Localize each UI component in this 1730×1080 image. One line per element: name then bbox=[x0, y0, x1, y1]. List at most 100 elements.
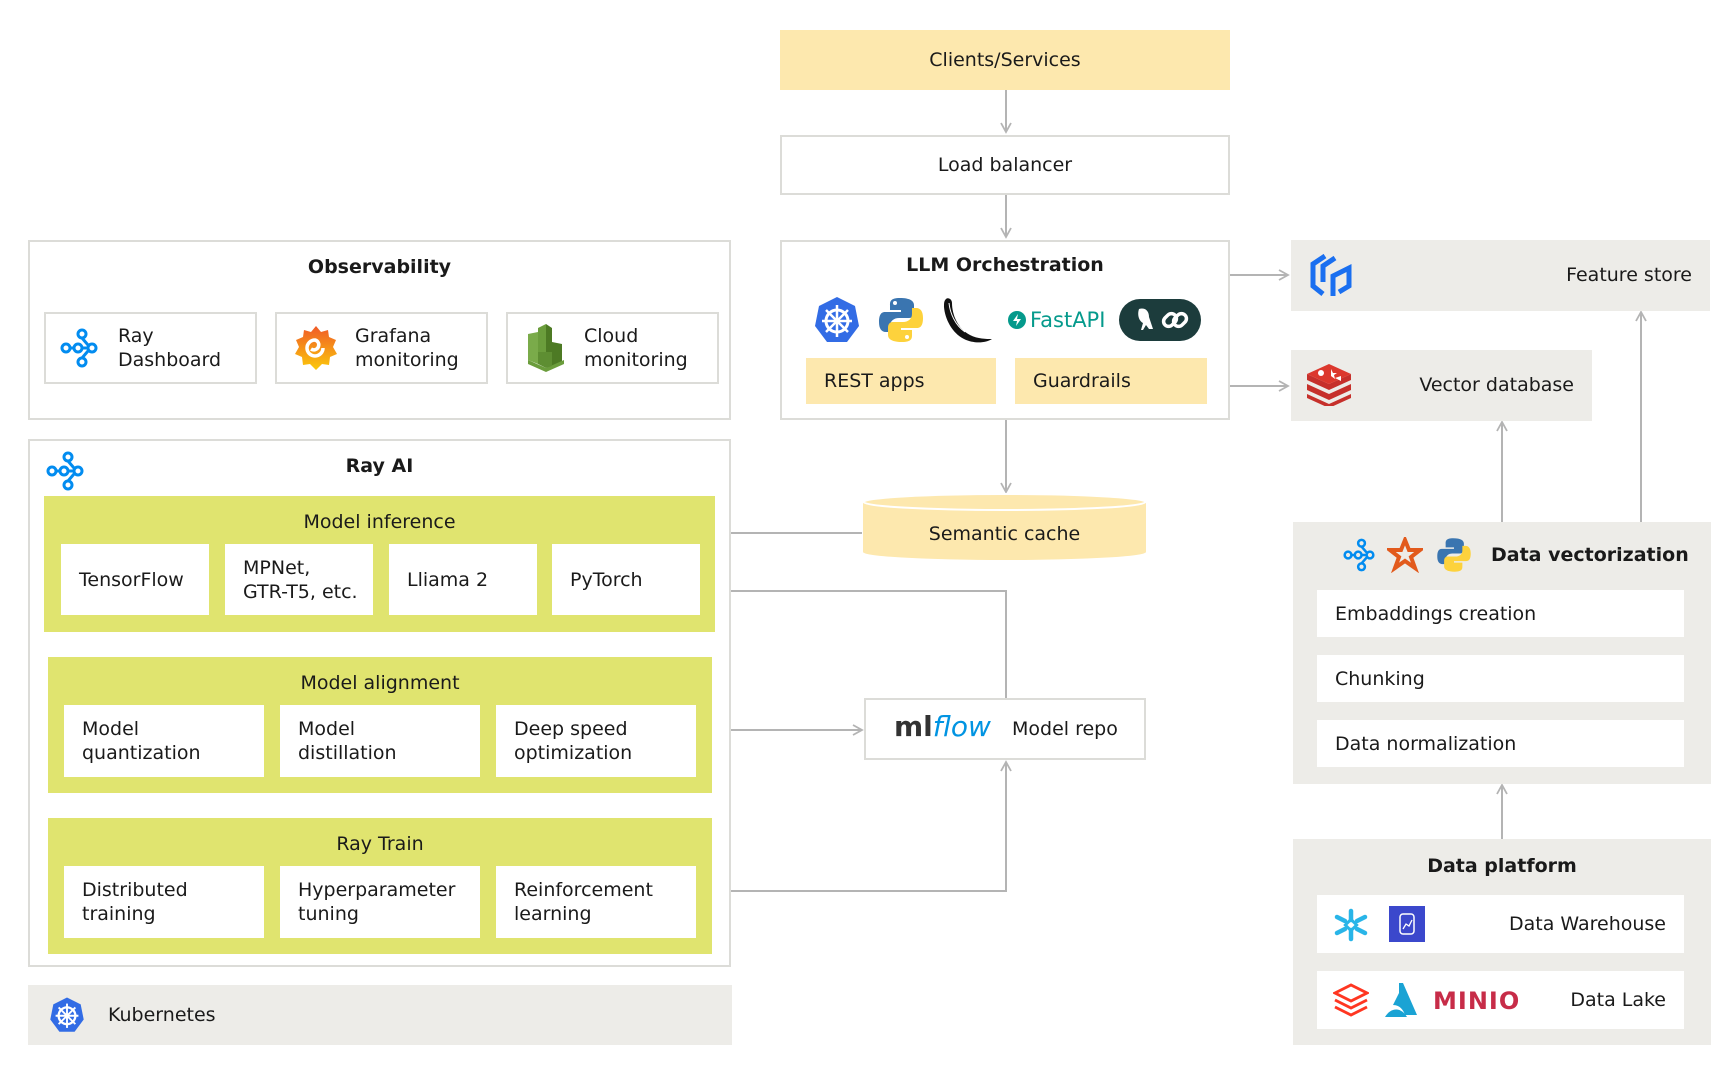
data-lake-card[interactable]: MINIO Data Lake bbox=[1317, 971, 1684, 1029]
label-line1: Model bbox=[298, 718, 356, 740]
feature-store-box[interactable]: Feature store bbox=[1291, 240, 1710, 311]
mlflow-logo-flow: flow bbox=[932, 710, 991, 743]
cloud-monitoring-card[interactable]: Cloud monitoring bbox=[506, 312, 719, 384]
minio-logo: MINIO bbox=[1433, 987, 1521, 1015]
model-repo-box[interactable]: mlflow Model repo bbox=[864, 698, 1146, 760]
vectorization-item-normalization[interactable]: Data normalization bbox=[1317, 720, 1684, 767]
train-item-distributed[interactable]: Distributed training bbox=[64, 866, 264, 938]
inference-item-pytorch[interactable]: PyTorch bbox=[552, 544, 700, 615]
semantic-cache-box[interactable]: Semantic cache bbox=[862, 492, 1147, 562]
mlflow-logo-ml: ml bbox=[894, 710, 933, 743]
train-item-hyperparameter[interactable]: Hyperparameter tuning bbox=[280, 866, 480, 938]
alignment-item-distillation[interactable]: Model distillation bbox=[280, 705, 480, 777]
ray-ai-title: Ray AI bbox=[345, 455, 414, 477]
semantic-cache-label: Semantic cache bbox=[928, 523, 1081, 545]
ray-train-panel[interactable]: Ray Train Distributed training Hyperparam… bbox=[48, 818, 712, 954]
inference-item-mpnet[interactable]: MPNet, GTR-T5, etc. bbox=[225, 544, 373, 615]
label-line1: Deep speed bbox=[514, 718, 628, 740]
ray-dashboard-card[interactable]: Ray Dashboard bbox=[44, 312, 257, 384]
python-icon bbox=[876, 295, 926, 345]
vector-database-box[interactable]: Vector database bbox=[1291, 350, 1592, 421]
inference-item-tensorflow[interactable]: TensorFlow bbox=[61, 544, 209, 615]
arrow-mlflow-to-inference bbox=[715, 585, 1007, 698]
alignment-item-label: Model quantization bbox=[82, 717, 201, 765]
spark-star-icon bbox=[1387, 537, 1423, 573]
ray-dashboard-line2: Dashboard bbox=[118, 349, 222, 371]
orchestration-icons: FastAPI bbox=[812, 295, 1202, 345]
label-line2: optimization bbox=[514, 742, 633, 764]
observability-box[interactable]: Observability Ray Dashboard Grafana moni… bbox=[28, 240, 731, 420]
label-line2: tuning bbox=[298, 903, 359, 925]
grafana-line1: Grafana bbox=[355, 325, 432, 347]
fastapi-icon: FastAPI bbox=[1008, 308, 1105, 332]
kubernetes-bar[interactable]: Kubernetes bbox=[28, 985, 732, 1045]
data-platform-title: Data platform bbox=[1427, 855, 1577, 877]
label-line1: TensorFlow bbox=[79, 568, 184, 591]
label-line2: GTR-T5, etc. bbox=[243, 580, 358, 603]
model-repo-label: Model repo bbox=[1012, 718, 1118, 740]
alignment-item-quantization[interactable]: Model quantization bbox=[64, 705, 264, 777]
redis-icon bbox=[1305, 364, 1353, 406]
data-warehouse-card[interactable]: Data Warehouse bbox=[1317, 895, 1684, 953]
grafana-icon bbox=[293, 324, 339, 372]
grafana-monitoring-card[interactable]: Grafana monitoring bbox=[275, 312, 488, 384]
data-platform-box[interactable]: Data platform Data Warehouse MINIO Data … bbox=[1293, 839, 1711, 1045]
model-alignment-panel[interactable]: Model alignment Model quantization Model d… bbox=[48, 657, 712, 793]
fastapi-label: FastAPI bbox=[1030, 308, 1106, 332]
label-line1: Model bbox=[82, 718, 140, 740]
inference-item-label: Lliama 2 bbox=[407, 568, 488, 592]
vectorization-item-label: Embaddings creation bbox=[1335, 602, 1537, 625]
train-item-reinforcement[interactable]: Reinforcement learning bbox=[496, 866, 696, 938]
llm-orchestration-box[interactable]: LLM Orchestration FastAPI REST apps Guar… bbox=[780, 240, 1230, 420]
cloud-line2: monitoring bbox=[584, 349, 688, 371]
label-line2: quantization bbox=[82, 742, 201, 764]
vector-database-label: Vector database bbox=[1419, 374, 1574, 396]
data-warehouse-label: Data Warehouse bbox=[1508, 913, 1666, 935]
inference-item-label: PyTorch bbox=[570, 568, 643, 592]
data-vectorization-box[interactable]: Data vectorization Embaddings creation C… bbox=[1293, 522, 1711, 784]
guardrails-box[interactable]: Guardrails bbox=[1015, 358, 1207, 404]
rest-apps-box[interactable]: REST apps bbox=[806, 358, 996, 404]
label-line2: training bbox=[82, 903, 156, 925]
snowflake-icon bbox=[1333, 908, 1369, 942]
label-line1: Hyperparameter bbox=[298, 879, 456, 901]
model-inference-panel[interactable]: Model inference TensorFlow MPNet, GTR-T5,… bbox=[44, 496, 715, 632]
inference-item-label: TensorFlow bbox=[79, 568, 184, 592]
load-balancer-label: Load balancer bbox=[937, 154, 1073, 176]
label-line1: PyTorch bbox=[570, 568, 643, 591]
label-line2: learning bbox=[514, 903, 592, 925]
ray-dashboard-label: Ray Dashboard bbox=[118, 324, 221, 372]
kubernetes-label: Kubernetes bbox=[108, 1004, 216, 1026]
inference-item-llama[interactable]: Lliama 2 bbox=[389, 544, 537, 615]
train-item-label: Distributed training bbox=[82, 878, 188, 926]
observability-title: Observability bbox=[307, 256, 452, 278]
llm-orchestration-title: LLM Orchestration bbox=[906, 254, 1104, 276]
cloud-monitoring-label: Cloud monitoring bbox=[584, 324, 688, 372]
label-line1: Reinforcement bbox=[514, 879, 653, 901]
kubernetes-icon bbox=[812, 295, 862, 345]
vectorization-item-label: Data normalization bbox=[1335, 732, 1517, 755]
redshift-icon bbox=[1389, 906, 1425, 942]
alignment-item-deepspeed[interactable]: Deep speed optimization bbox=[496, 705, 696, 777]
guardrails-label: Guardrails bbox=[1033, 370, 1131, 392]
python-icon bbox=[1435, 536, 1473, 574]
alignment-item-label: Deep speed optimization bbox=[514, 717, 632, 765]
vectorization-item-embeddings[interactable]: Embaddings creation bbox=[1317, 590, 1684, 637]
ray-ai-box[interactable]: Ray AI Model inference TensorFlow MPNet,… bbox=[28, 439, 731, 967]
train-item-label: Reinforcement learning bbox=[514, 878, 653, 926]
clients-services-label: Clients/Services bbox=[929, 49, 1081, 71]
vectorization-item-chunking[interactable]: Chunking bbox=[1317, 655, 1684, 702]
model-alignment-title: Model alignment bbox=[300, 672, 460, 694]
rest-apps-label: REST apps bbox=[824, 370, 925, 392]
cloud-line1: Cloud bbox=[584, 325, 639, 347]
feature-store-label: Feature store bbox=[1566, 264, 1692, 286]
grafana-line2: monitoring bbox=[355, 349, 459, 371]
cloudwatch-icon bbox=[524, 324, 568, 372]
data-vectorization-title: Data vectorization bbox=[1491, 544, 1689, 566]
label-line1: MPNet, bbox=[243, 556, 311, 579]
databricks-icon bbox=[1333, 983, 1369, 1019]
train-item-label: Hyperparameter tuning bbox=[298, 878, 455, 926]
clients-services-box[interactable]: Clients/Services bbox=[780, 30, 1230, 90]
load-balancer-box[interactable]: Load balancer bbox=[780, 135, 1230, 195]
azure-data-lake-icon bbox=[1383, 981, 1419, 1019]
